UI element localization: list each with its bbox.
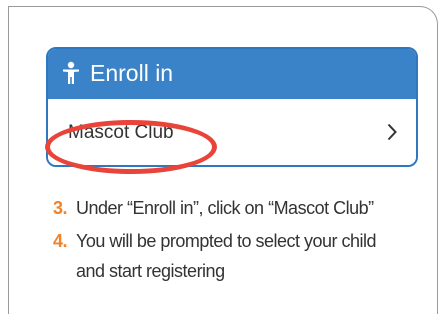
step-3-text: Under “Enroll in”, click on “Mascot Club… (76, 198, 374, 218)
instruction-panel: Enroll in Mascot Club 3. Under “Enroll in… (8, 6, 438, 314)
step-4-text: You will be prompted to select your chil… (76, 231, 377, 281)
chevron-right-icon (387, 123, 397, 141)
enroll-card: Enroll in Mascot Club (46, 47, 418, 167)
step-3: 3. Under “Enroll in”, click on “Mascot Cl… (53, 193, 413, 223)
mascot-club-item[interactable]: Mascot Club (48, 99, 416, 165)
step-4-number: 4. (53, 231, 68, 251)
enroll-in-title: Enroll in (90, 60, 174, 86)
enroll-card-header: Enroll in (48, 49, 416, 99)
step-4: 4. You will be prompted to select your ch… (53, 226, 413, 286)
step-3-number: 3. (53, 198, 68, 218)
person-icon (63, 61, 79, 84)
mascot-club-label: Mascot Club (68, 122, 174, 143)
